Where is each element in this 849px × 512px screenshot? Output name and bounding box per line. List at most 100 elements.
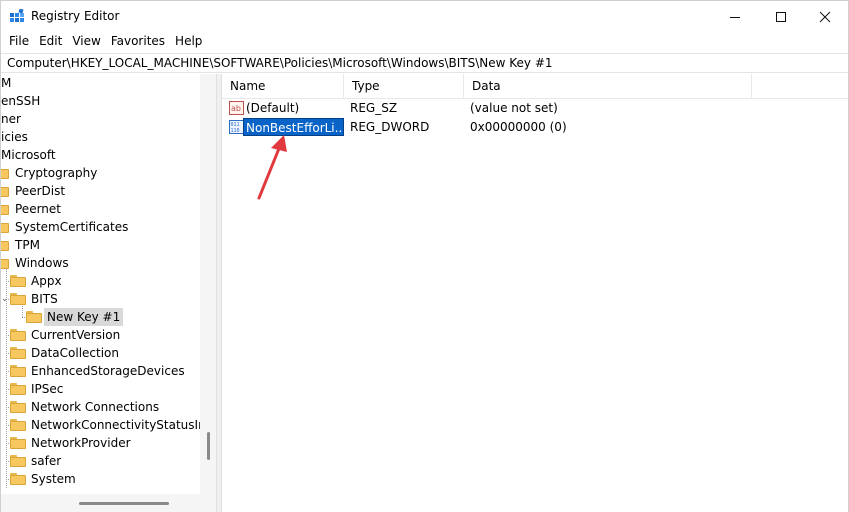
column-header-data[interactable]: Data: [464, 74, 752, 99]
tree-item[interactable]: NetworkProvider: [1, 434, 200, 452]
close-icon: [819, 11, 831, 22]
tree-item[interactable]: EnhancedStorageDevices: [1, 362, 200, 380]
tree-item[interactable]: PeerDist: [1, 182, 200, 200]
tree-item[interactable]: Windows: [1, 254, 200, 272]
registry-editor-window: Registry Editor File Edit View Favorites…: [0, 0, 849, 512]
tree-item[interactable]: Peernet: [1, 200, 200, 218]
tree-vertical-scrollbar[interactable]: [200, 74, 216, 494]
value-row[interactable]: 011 110 NonBestEfforLi... REG_DWORD 0x00…: [222, 118, 848, 136]
tree-item[interactable]: System: [1, 470, 200, 488]
folder-icon: [10, 383, 26, 395]
tree-item-label: BITS: [31, 292, 58, 306]
folder-open-icon: [10, 293, 26, 305]
tree-item[interactable]: Cryptography: [1, 164, 200, 182]
folder-icon: [10, 437, 26, 449]
tree-item[interactable]: Appx: [1, 272, 200, 290]
folder-icon: [10, 455, 26, 467]
address-bar[interactable]: Computer\HKEY_LOCAL_MACHINE\SOFTWARE\Pol…: [1, 53, 848, 73]
folder-icon: [10, 329, 26, 341]
menu-file[interactable]: File: [4, 32, 34, 52]
menu-view[interactable]: View: [67, 32, 105, 52]
tree-item-label: IPSec: [31, 382, 64, 396]
list-header: Name Type Data: [222, 74, 848, 99]
string-value-icon: ab: [229, 101, 244, 115]
menu-favorites[interactable]: Favorites: [106, 32, 170, 52]
tree-item-label: Microsoft: [1, 148, 56, 162]
tree-item-label: enSSH: [1, 94, 41, 108]
tree-item-label: DataCollection: [31, 346, 120, 360]
folder-icon: [10, 347, 26, 359]
tree-item[interactable]: safer: [1, 452, 200, 470]
scrollbar-corner: [200, 494, 216, 512]
value-name: (Default): [246, 101, 300, 115]
svg-text:110: 110: [231, 128, 240, 134]
value-row[interactable]: ab (Default) REG_SZ (value not set): [222, 99, 848, 117]
collapse-chevron-icon[interactable]: ⌄: [1, 290, 9, 308]
tree-item[interactable]: Network Connections: [1, 398, 200, 416]
value-type: REG_SZ: [350, 101, 398, 115]
window-title: Registry Editor: [31, 9, 120, 23]
rename-value-input[interactable]: NonBestEfforLi...: [243, 118, 344, 136]
scroll-thumb[interactable]: [79, 502, 169, 505]
tree-item[interactable]: DataCollection: [1, 344, 200, 362]
menu-help[interactable]: Help: [170, 32, 207, 52]
tree-item-label: NetworkProvider: [31, 436, 131, 450]
key-tree: M enSSH ner icies Microsoft Cryptography…: [1, 74, 216, 512]
tree-item[interactable]: IPSec: [1, 380, 200, 398]
folder-icon: [1, 239, 9, 251]
tree-item[interactable]: ⌄ BITS: [1, 290, 200, 308]
value-type: REG_DWORD: [350, 120, 430, 134]
scroll-thumb[interactable]: [207, 432, 210, 460]
value-data: (value not set): [470, 101, 558, 115]
folder-icon: [10, 473, 26, 485]
menu-edit[interactable]: Edit: [34, 32, 67, 52]
minimize-button[interactable]: [712, 1, 758, 32]
folder-icon: [1, 203, 9, 215]
tree-item-label: Network Connections: [31, 400, 160, 414]
tree-item-label: ner: [1, 112, 21, 126]
tree-horizontal-scrollbar[interactable]: [1, 494, 200, 512]
folder-icon: [1, 221, 9, 233]
tree-item[interactable]: CurrentVersion: [1, 326, 200, 344]
title-bar[interactable]: Registry Editor: [1, 1, 848, 32]
values-list: Name Type Data ab (Default) REG_SZ (valu…: [222, 74, 848, 512]
tree-item[interactable]: TPM: [1, 236, 200, 254]
tree-item[interactable]: SystemCertificates: [1, 218, 200, 236]
folder-icon: [26, 311, 42, 323]
dword-value-icon: 011 110: [229, 120, 244, 134]
tree-item-label: NetworkConnectivityStatusIndic: [31, 418, 200, 432]
tree-item-label: Cryptography: [15, 166, 98, 180]
folder-icon: [1, 167, 9, 179]
tree-item-label: M: [1, 76, 12, 90]
tree-item-label: CurrentVersion: [31, 328, 121, 342]
folder-icon: [10, 275, 26, 287]
folder-icon: [10, 419, 26, 431]
tree-item-label: Windows: [15, 256, 69, 270]
tree-item-label: TPM: [15, 238, 40, 252]
tree-item-label: icies: [1, 130, 28, 144]
tree-item[interactable]: NetworkConnectivityStatusIndic: [1, 416, 200, 434]
folder-icon: [10, 401, 26, 413]
minimize-icon: [730, 16, 740, 18]
tree-item-label: Appx: [31, 274, 62, 288]
tree-item-label: PeerDist: [15, 184, 66, 198]
column-header-name[interactable]: Name: [222, 74, 344, 99]
svg-text:ab: ab: [231, 104, 241, 113]
folder-icon: [1, 257, 9, 269]
close-button[interactable]: [802, 1, 848, 32]
folder-icon: [1, 185, 9, 197]
tree-item-label: New Key #1: [44, 308, 124, 326]
tree-item-label: Peernet: [15, 202, 61, 216]
maximize-icon: [776, 11, 786, 22]
tree-item-label: System: [31, 472, 76, 486]
tree-item-label: SystemCertificates: [15, 220, 129, 234]
column-header-type[interactable]: Type: [344, 74, 464, 99]
registry-editor-icon: [10, 9, 24, 22]
tree-item-label: safer: [31, 454, 62, 468]
maximize-button[interactable]: [758, 1, 804, 32]
folder-icon: [10, 365, 26, 377]
value-data: 0x00000000 (0): [470, 120, 567, 134]
menu-bar: File Edit View Favorites Help: [1, 32, 848, 52]
tree-item-selected[interactable]: New Key #1: [1, 308, 200, 326]
tree-item-label: EnhancedStorageDevices: [31, 364, 185, 378]
